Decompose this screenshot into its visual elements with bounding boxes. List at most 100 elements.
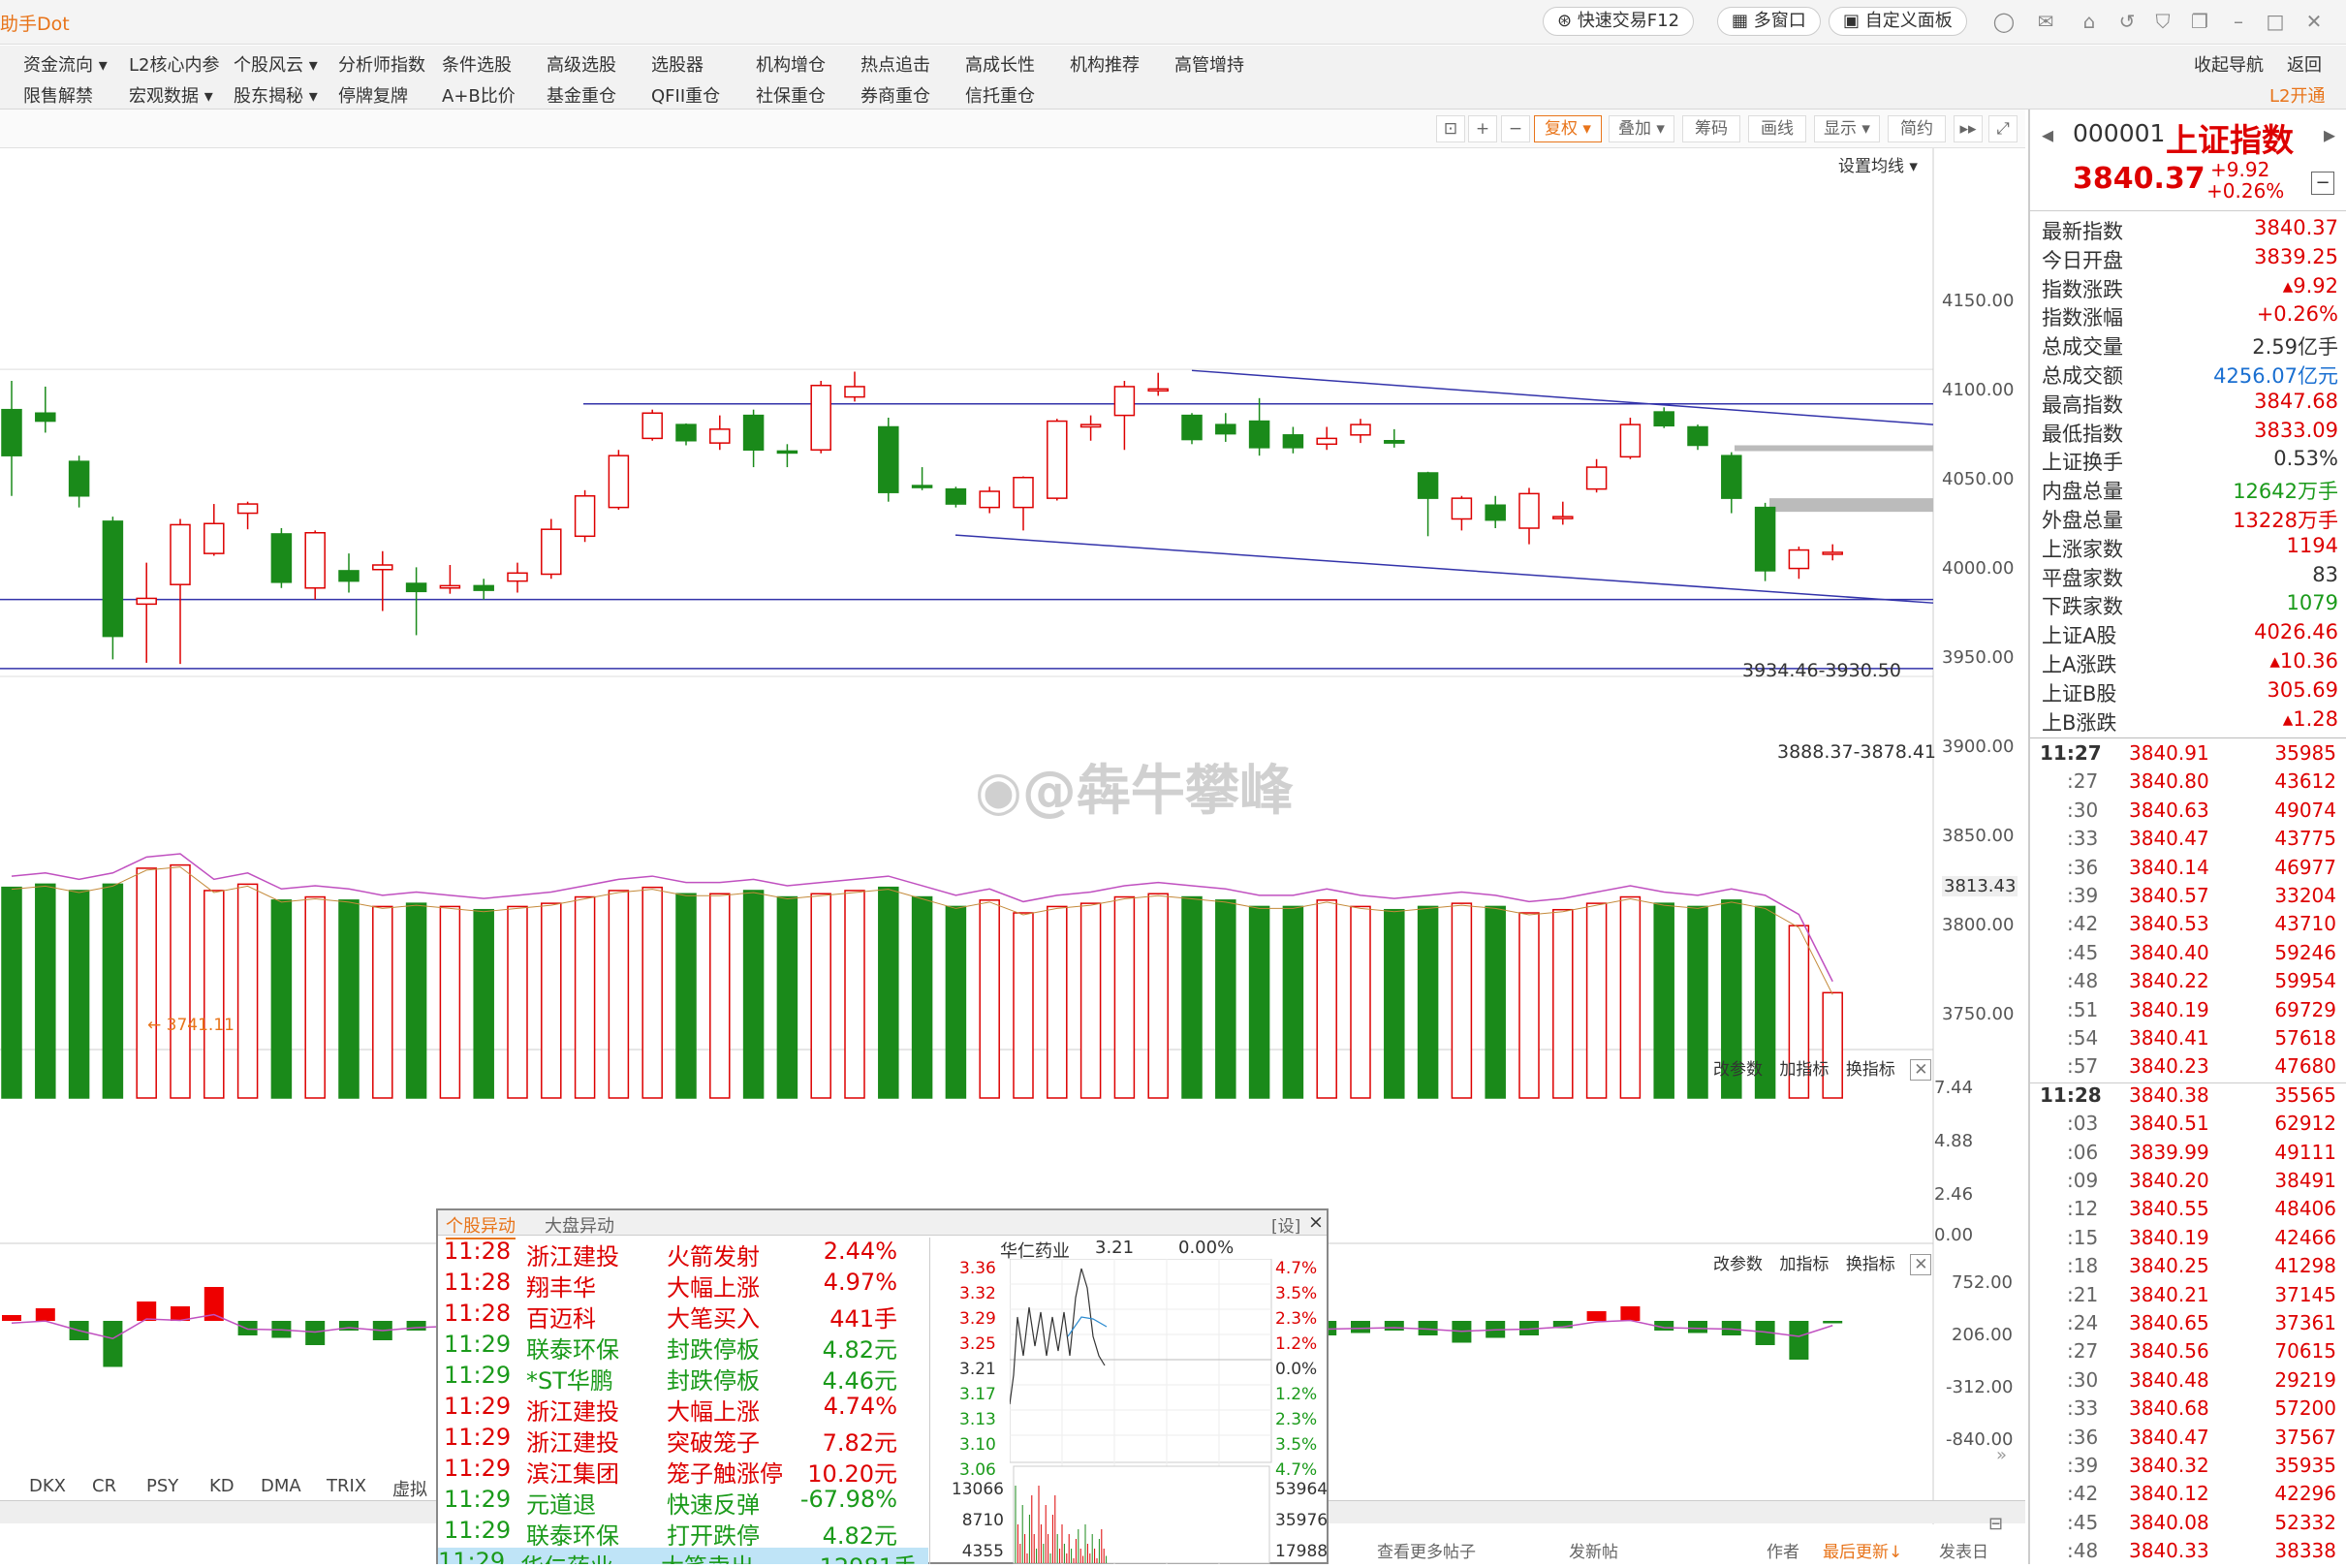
- menu-item[interactable]: 高成长性: [965, 51, 1035, 77]
- home-icon[interactable]: ⌂: [2078, 10, 2101, 33]
- quick-trade-button[interactable]: ⊛ 快速交易F12: [1543, 7, 1695, 36]
- refresh-icon[interactable]: ↺: [2115, 10, 2139, 33]
- more-posts-link[interactable]: 查看更多帖子: [1377, 1538, 1476, 1562]
- chips-button[interactable]: 筹码: [1682, 115, 1740, 142]
- simple-button[interactable]: 简约: [1888, 115, 1946, 142]
- shirt-icon[interactable]: ⛉: [2151, 10, 2174, 33]
- menu-item[interactable]: 社保重仓: [756, 82, 826, 108]
- tab-market-alerts[interactable]: 大盘异动: [545, 1212, 614, 1238]
- display-dropdown[interactable]: 显示 ▾: [1814, 115, 1880, 142]
- fullscreen-icon[interactable]: ⤢: [1988, 115, 2018, 142]
- menu-item[interactable]: 高管增持: [1174, 51, 1244, 77]
- menu-item[interactable]: 分析师指数: [338, 51, 425, 77]
- publish-date-column[interactable]: 发表日: [1939, 1538, 1988, 1562]
- new-post-button[interactable]: 发新帖: [1569, 1538, 1618, 1562]
- menu-item[interactable]: 券商重仓: [860, 82, 930, 108]
- edit-params-link[interactable]: 改参数: [1713, 1060, 1763, 1080]
- tick-row: :57 3840.23 47680: [2040, 1054, 2336, 1082]
- tick-price: 3840.80: [2129, 769, 2209, 794]
- menu-item[interactable]: 基金重仓: [547, 82, 616, 108]
- close-icon[interactable]: ✕: [2302, 10, 2326, 33]
- fuquan-dropdown[interactable]: 复权 ▾: [1534, 115, 1602, 142]
- user-icon[interactable]: ◯: [1992, 10, 2016, 33]
- overlay-dropdown[interactable]: 叠加 ▾: [1609, 115, 1674, 142]
- add-indicator-link[interactable]: 加指标: [1779, 1255, 1829, 1274]
- back-link[interactable]: 返回: [2287, 51, 2322, 77]
- alert-row[interactable]: 11:29 浙江建投 大幅上涨 4.74%: [444, 1393, 909, 1426]
- custom-panel-button[interactable]: ▣ 自定义面板: [1829, 7, 1967, 36]
- menu-item[interactable]: 高级选股: [547, 51, 616, 77]
- forward-icon[interactable]: ▸▸: [1954, 115, 1983, 142]
- zoom-in-icon[interactable]: +: [1468, 115, 1497, 142]
- panel-toggle-icon[interactable]: ⊟: [1988, 1514, 2003, 1534]
- multi-window-button[interactable]: ▦ 多窗口: [1717, 7, 1821, 36]
- volume-bar: [1619, 895, 1642, 1099]
- edit-params-link[interactable]: 改参数: [1713, 1255, 1763, 1274]
- popup-settings-button[interactable]: [设]: [1271, 1212, 1300, 1237]
- alert-row[interactable]: 11:29 联泰环保 封跌停板 4.82元: [444, 1331, 909, 1364]
- menu-item[interactable]: 宏观数据 ▾: [129, 82, 213, 108]
- tick-price: 3840.91: [2129, 741, 2209, 765]
- close-panel-icon[interactable]: ✕: [1910, 1254, 1932, 1275]
- alert-row[interactable]: 11:28 浙江建投 火箭发射 2.44%: [444, 1238, 909, 1270]
- zoom-out-icon[interactable]: −: [1501, 115, 1530, 142]
- author-column[interactable]: 作者: [1767, 1538, 1799, 1562]
- switch-indicator-link[interactable]: 换指标: [1846, 1255, 1895, 1274]
- alert-time: 11:29: [444, 1362, 512, 1389]
- close-panel-icon[interactable]: ✕: [1910, 1059, 1932, 1081]
- set-ma-dropdown[interactable]: 设置均线 ▾: [1838, 152, 1918, 176]
- lock-icon[interactable]: ⊡: [1436, 115, 1465, 142]
- menu-item[interactable]: 信托重仓: [965, 82, 1035, 108]
- tab-dkx[interactable]: DKX: [29, 1476, 66, 1496]
- alert-row[interactable]: 11:29 滨江集团 笼子触涨停 10.20元: [444, 1455, 909, 1488]
- menu-item[interactable]: 选股器: [651, 51, 704, 77]
- menu-item[interactable]: A+B比价: [442, 82, 516, 108]
- last-update-column[interactable]: 最后更新↓: [1823, 1538, 1902, 1562]
- tick-volume: 35985: [2274, 741, 2336, 765]
- collapse-icon[interactable]: −: [2311, 172, 2334, 195]
- menu-item[interactable]: 机构增仓: [756, 51, 826, 77]
- mail-icon[interactable]: ✉: [2034, 10, 2057, 33]
- menu-item[interactable]: 机构推荐: [1070, 51, 1140, 77]
- popup-close-icon[interactable]: ×: [1308, 1211, 1324, 1233]
- alert-row[interactable]: 11:28 百迈科 大笔买入 441手: [444, 1300, 909, 1333]
- menu-item[interactable]: 热点追击: [860, 51, 930, 77]
- menu-item[interactable]: 资金流向 ▾: [23, 51, 108, 77]
- add-indicator-link[interactable]: 加指标: [1779, 1060, 1829, 1080]
- menu-item[interactable]: QFII重仓: [651, 82, 720, 108]
- prev-stock-icon[interactable]: ◂: [2042, 121, 2053, 148]
- alert-row[interactable]: 11:29 元道退 快速反弹 -67.98%: [444, 1486, 909, 1519]
- quote-label: 上B涨跌: [2042, 710, 2117, 735]
- tab-psy[interactable]: PSY: [146, 1476, 178, 1496]
- tick-list[interactable]: 11:27 3840.91 35985:27 3840.80 43612:30 3840.…: [2030, 741, 2346, 1564]
- volume-bar: [675, 893, 697, 1099]
- tab-kd[interactable]: KD: [209, 1476, 235, 1496]
- collapse-nav-link[interactable]: 收起导航: [2194, 51, 2264, 77]
- menu-item[interactable]: 个股风云 ▾: [234, 51, 318, 77]
- menu-item[interactable]: 停牌复牌: [338, 82, 408, 108]
- next-stock-icon[interactable]: ▸: [2324, 121, 2335, 148]
- tick-volume: 37361: [2274, 1311, 2336, 1334]
- menu-item[interactable]: L2核心内参: [129, 51, 219, 77]
- maximize-icon[interactable]: □: [2264, 10, 2287, 33]
- switch-indicator-link[interactable]: 换指标: [1846, 1060, 1895, 1080]
- alert-row[interactable]: 11:29 联泰环保 打开跌停 4.82元: [444, 1517, 909, 1550]
- menu-item[interactable]: 限售解禁: [23, 82, 93, 108]
- restore-icon[interactable]: ❐: [2188, 10, 2211, 33]
- y-tick: 4150.00: [1942, 291, 2015, 311]
- l2-open-link[interactable]: L2开通: [2269, 82, 2325, 108]
- draw-button[interactable]: 画线: [1748, 115, 1806, 142]
- menu-item[interactable]: 条件选股: [442, 51, 512, 77]
- alert-row[interactable]: 11:29 华仁药业 大笔卖出 12981手: [438, 1548, 928, 1564]
- tab-cr[interactable]: CR: [92, 1476, 116, 1496]
- minimize-icon[interactable]: –: [2227, 10, 2250, 33]
- tab-dma[interactable]: DMA: [261, 1476, 301, 1496]
- alert-row[interactable]: 11:29 *ST华鹏 封跌停板 4.46元: [444, 1362, 909, 1395]
- tab-trix[interactable]: TRIX: [327, 1476, 366, 1496]
- menu-item[interactable]: 股东揭秘 ▾: [234, 82, 318, 108]
- mini-pct-tick: 1.2%: [1275, 1334, 1318, 1354]
- alert-row[interactable]: 11:29 浙江建投 突破笼子 7.82元: [444, 1424, 909, 1457]
- scroll-right-icon[interactable]: »: [1996, 1445, 2007, 1465]
- alert-row[interactable]: 11:28 翔丰华 大幅上涨 4.97%: [444, 1269, 909, 1301]
- tab-stock-alerts[interactable]: 个股异动: [446, 1212, 516, 1239]
